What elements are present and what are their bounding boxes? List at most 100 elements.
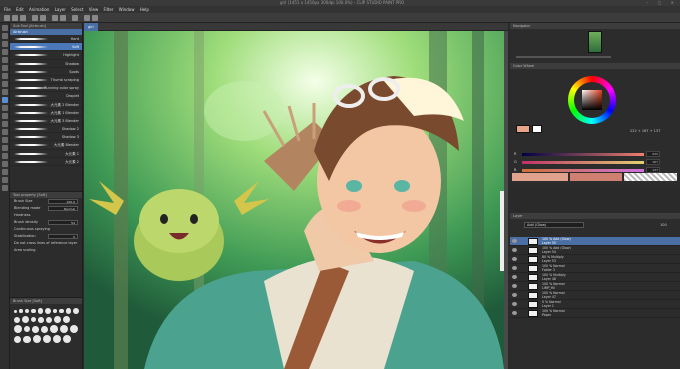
menu-view[interactable]: View xyxy=(89,6,99,13)
main-color-swatch[interactable] xyxy=(516,125,530,133)
canvas-area[interactable]: girl xyxy=(84,23,508,369)
saturation-value-square[interactable] xyxy=(582,90,602,110)
subtool-item[interactable]: Soft xyxy=(10,43,82,52)
brush-size-preset[interactable] xyxy=(58,308,64,314)
brush-size-preset[interactable] xyxy=(31,317,37,323)
tool-property-value[interactable]: 100.0 xyxy=(48,199,78,204)
menu-animation[interactable]: Animation xyxy=(29,6,49,13)
brush-tool-icon[interactable] xyxy=(2,89,8,95)
brush-size-preset[interactable] xyxy=(72,308,79,314)
brush-size-preset[interactable] xyxy=(42,335,51,344)
auto-select-tool-icon[interactable] xyxy=(2,57,8,63)
menu-window[interactable]: Window xyxy=(119,6,135,13)
subtool-item[interactable]: 大元素 2 Blender xyxy=(10,101,82,109)
selection-tool-icon[interactable] xyxy=(2,49,8,55)
menu-select[interactable]: Select xyxy=(71,6,83,13)
eye-icon[interactable] xyxy=(512,266,517,270)
sub-color-swatch[interactable] xyxy=(532,125,542,133)
subtool-item[interactable]: Shadow 3 xyxy=(10,133,82,142)
brush-size-preset[interactable] xyxy=(38,316,44,323)
brush-size-preset[interactable] xyxy=(62,335,71,344)
brush-size-preset[interactable] xyxy=(32,335,41,344)
history-swatch-2[interactable] xyxy=(570,173,622,181)
gradient-tool-icon[interactable] xyxy=(2,137,8,143)
clear-icon[interactable] xyxy=(52,15,58,21)
canvas-tab[interactable]: girl xyxy=(84,23,98,31)
eye-icon[interactable] xyxy=(512,239,517,243)
blending-mode-select[interactable]: Add (Glow) xyxy=(524,222,584,228)
airbrush-tool-icon[interactable] xyxy=(2,97,8,103)
subtool-item[interactable]: 大元素 Blender xyxy=(10,141,82,150)
eye-icon[interactable] xyxy=(512,311,517,315)
green-slider[interactable] xyxy=(522,160,644,164)
fill-tool-icon[interactable] xyxy=(2,129,8,135)
eyedropper-tool-icon[interactable] xyxy=(2,65,8,71)
hand-tool-icon[interactable] xyxy=(2,33,8,39)
eye-icon[interactable] xyxy=(512,284,517,288)
layer-opacity[interactable]: 100 xyxy=(660,223,667,227)
layer-row[interactable]: 100 % Add (Glow) Layer 54 xyxy=(510,246,680,255)
figure-tool-icon[interactable] xyxy=(2,145,8,151)
subtool-item[interactable]: Shadow 2 xyxy=(10,125,82,134)
undo-icon[interactable] xyxy=(32,15,38,21)
brush-size-preset[interactable] xyxy=(24,326,30,333)
layer-row[interactable]: 100 % Normal Paper xyxy=(510,309,680,318)
tool-property-value[interactable]: 54 xyxy=(48,220,78,225)
pencil-tool-icon[interactable] xyxy=(2,81,8,87)
redo-icon[interactable] xyxy=(40,15,46,21)
menu-help[interactable]: Help xyxy=(140,6,149,13)
ruler-tool-icon[interactable] xyxy=(2,161,8,167)
history-swatch-1[interactable] xyxy=(512,173,568,181)
eraser-tool-icon[interactable] xyxy=(2,113,8,119)
green-value[interactable]: 167 xyxy=(646,159,660,165)
tool-property-value[interactable]: 0 xyxy=(48,234,78,239)
snap-icon[interactable] xyxy=(84,15,90,21)
tool-property-row[interactable]: Stabilization 0 xyxy=(10,233,82,240)
zoom-slider[interactable] xyxy=(516,56,611,58)
blend-tool-icon[interactable] xyxy=(2,121,8,127)
zoom-tool-icon[interactable] xyxy=(2,25,8,31)
layer-row[interactable]: 100 % Normal LIMP_fill xyxy=(510,282,680,291)
eye-icon[interactable] xyxy=(512,302,517,306)
menu-file[interactable]: File xyxy=(4,6,11,13)
navigator-thumbnail[interactable] xyxy=(588,31,602,53)
ruler-icon[interactable] xyxy=(92,15,98,21)
subtool-item[interactable]: Spots xyxy=(10,68,82,76)
menu-filter[interactable]: Filter xyxy=(104,6,114,13)
layer-row[interactable]: 80 % Multiply Layer 53 xyxy=(510,255,680,264)
red-value[interactable]: 222 xyxy=(646,151,660,157)
text-tool-icon[interactable] xyxy=(2,169,8,175)
tool-property-row[interactable]: Hardness xyxy=(10,212,82,219)
brush-size-preset[interactable] xyxy=(65,308,71,314)
subtool-item[interactable]: Running color spray xyxy=(10,84,82,93)
subtool-item[interactable]: 大元素 3 Blender xyxy=(10,117,82,126)
eye-icon[interactable] xyxy=(512,275,517,279)
subtool-item[interactable]: Thumb scraping xyxy=(10,76,82,85)
brush-size-preset[interactable] xyxy=(14,325,22,334)
subtool-item[interactable]: Hard xyxy=(10,35,82,44)
frame-tool-icon[interactable] xyxy=(2,153,8,159)
brush-size-preset[interactable] xyxy=(52,309,57,313)
layer-row[interactable]: 100 % Normal Folder 3 xyxy=(510,264,680,273)
artwork[interactable] xyxy=(84,31,504,369)
brush-size-preset[interactable] xyxy=(14,316,21,323)
tool-property-row[interactable]: Blending mode Normal xyxy=(10,205,82,212)
brush-size-preset[interactable] xyxy=(45,316,53,323)
brush-size-preset[interactable] xyxy=(14,335,21,343)
menu-edit[interactable]: Edit xyxy=(16,6,24,13)
brush-size-preset[interactable] xyxy=(49,325,58,334)
tool-property-row[interactable]: Do not cross lines of reference layer xyxy=(10,240,82,247)
open-icon[interactable] xyxy=(12,15,18,21)
move-tool-icon[interactable] xyxy=(2,41,8,47)
eye-icon[interactable] xyxy=(512,248,517,252)
blue-slider[interactable] xyxy=(522,168,644,172)
brush-size-preset[interactable] xyxy=(59,325,68,334)
brush-size-preset[interactable] xyxy=(54,316,61,324)
correct-line-tool-icon[interactable] xyxy=(2,185,8,191)
brush-size-preset[interactable] xyxy=(52,335,61,344)
save-icon[interactable] xyxy=(20,15,26,21)
eye-icon[interactable] xyxy=(512,257,517,261)
transparent-swatch[interactable] xyxy=(624,173,677,181)
brush-size-preset[interactable] xyxy=(22,316,30,324)
new-file-icon[interactable] xyxy=(4,15,10,21)
